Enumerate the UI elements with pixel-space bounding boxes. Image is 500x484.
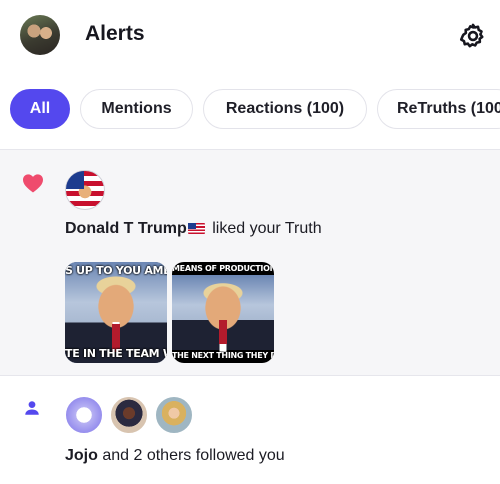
- tie-shape: [219, 320, 227, 344]
- user-avatar[interactable]: [20, 15, 60, 55]
- meme-caption-bottom: THE NEXT THING THEY DO?: [172, 351, 274, 360]
- media-thumbnail[interactable]: S UP TO YOU AMERI TE IN THE TEAM WE: [65, 262, 167, 363]
- divider: [0, 375, 500, 376]
- notification-text: Donald T Trump liked your Truth: [65, 220, 322, 238]
- avatar[interactable]: [109, 395, 149, 435]
- notification-action: and 2 others followed you: [102, 447, 285, 464]
- avatar[interactable]: [64, 395, 104, 435]
- tab-mentions[interactable]: Mentions: [80, 89, 193, 129]
- filter-tabs: All Mentions Reactions (100) ReTruths (1…: [0, 89, 500, 129]
- meme-caption-bottom: TE IN THE TEAM WE: [65, 347, 167, 360]
- notification-action: liked your Truth: [212, 220, 322, 237]
- media-thumbnail[interactable]: MEANS OF PRODUCTION THE NEXT THING THEY …: [172, 262, 274, 363]
- tab-all[interactable]: All: [10, 89, 70, 129]
- notification-user[interactable]: Donald T Trump: [65, 220, 187, 237]
- page-title: Alerts: [85, 22, 145, 45]
- us-flag-icon: [187, 223, 205, 234]
- header: Alerts: [0, 0, 500, 72]
- tab-retruths[interactable]: ReTruths (100: [377, 89, 500, 129]
- gear-icon[interactable]: [459, 22, 487, 50]
- meme-caption-top: S UP TO YOU AMERI: [65, 264, 167, 277]
- person-icon: [25, 401, 39, 415]
- notification-text: Jojo and 2 others followed you: [65, 447, 285, 465]
- avatar[interactable]: [65, 170, 105, 210]
- avatar[interactable]: [154, 395, 194, 435]
- notification-user[interactable]: Jojo: [65, 447, 98, 464]
- tab-reactions[interactable]: Reactions (100): [203, 89, 367, 129]
- heart-icon: [23, 174, 43, 193]
- meme-caption-top: MEANS OF PRODUCTION: [172, 264, 274, 273]
